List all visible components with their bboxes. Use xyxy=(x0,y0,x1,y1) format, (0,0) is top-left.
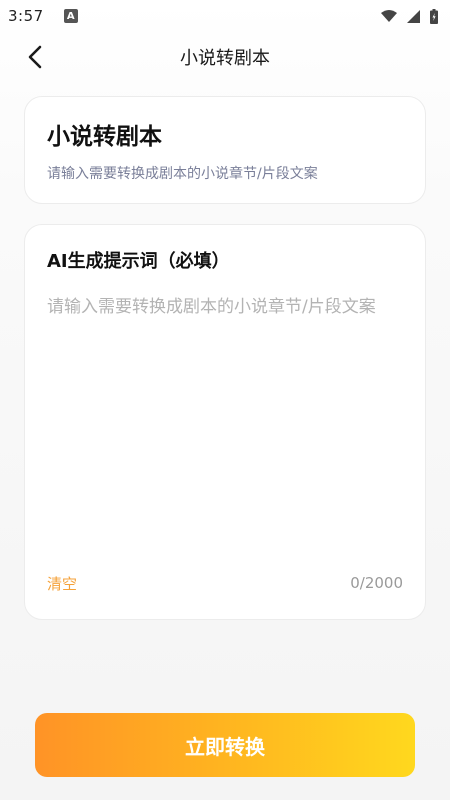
status-icons xyxy=(381,8,438,24)
app-notification-icon: A xyxy=(63,9,78,23)
battery-icon xyxy=(430,8,438,24)
convert-button[interactable]: 立即转换 xyxy=(35,713,415,777)
prompt-input[interactable] xyxy=(47,291,407,541)
page-title: 小说转剧本 xyxy=(180,48,270,69)
info-card: 小说转剧本 请输入需要转换成剧本的小说章节/片段文案 xyxy=(24,96,426,204)
prompt-card: AI生成提示词（必填） 清空 0/2000 xyxy=(24,224,426,620)
info-card-title: 小说转剧本 xyxy=(47,124,162,150)
prompt-label: AI生成提示词（必填） xyxy=(47,251,230,272)
nav-bar: 小说转剧本 xyxy=(0,32,450,82)
info-card-subtitle: 请输入需要转换成剧本的小说章节/片段文案 xyxy=(47,166,318,182)
status-time: 3:57 xyxy=(8,7,44,25)
wifi-icon xyxy=(381,10,397,22)
signal-icon xyxy=(407,9,420,23)
char-counter: 0/2000 xyxy=(350,574,403,592)
clear-button[interactable]: 清空 xyxy=(47,573,77,594)
status-bar: 3:57 A xyxy=(0,0,450,32)
screen: 3:57 A 小说转剧本 小说转剧本 请输入需要转换成剧本的小说章节/片段文案 … xyxy=(0,0,450,800)
